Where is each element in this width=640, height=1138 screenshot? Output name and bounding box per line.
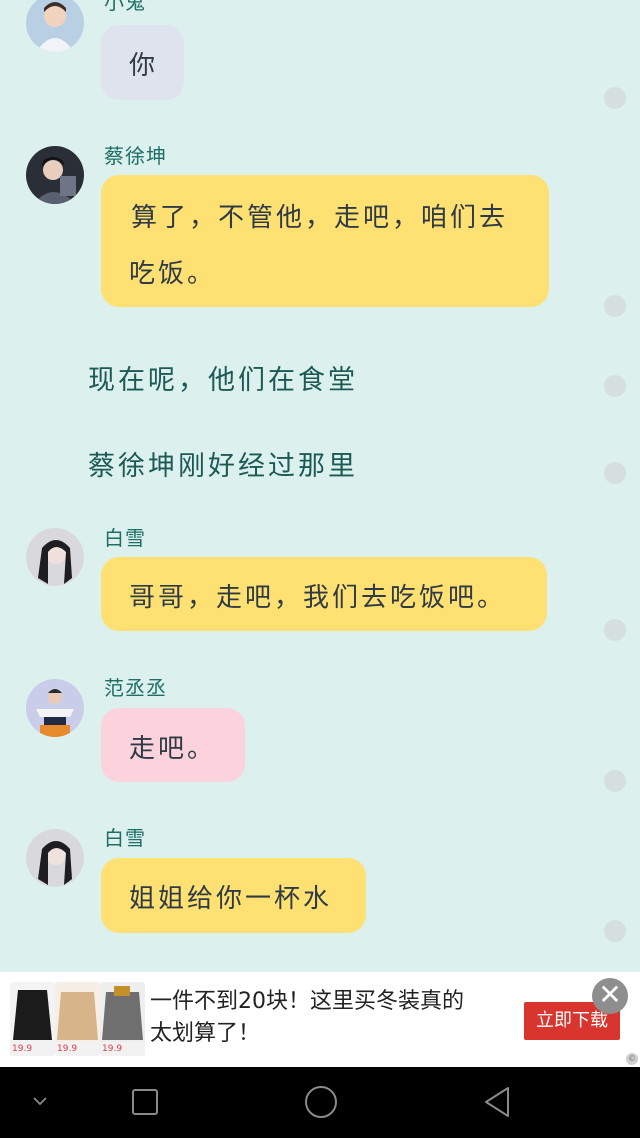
message-text-line: 算了，不管他，走吧，咱们去 <box>131 203 509 233</box>
avatar-baixue[interactable] <box>26 528 84 586</box>
message-status-dot <box>604 770 626 792</box>
message-text: 你 <box>129 51 159 81</box>
avatar-fanchengcheng[interactable] <box>26 679 84 737</box>
ad-mark-icon: © <box>626 1053 638 1065</box>
back-icon[interactable] <box>482 1085 512 1119</box>
ad-thumbnail[interactable]: 19.9 <box>10 982 55 1056</box>
message-status-dot <box>604 462 626 484</box>
chevron-down-icon[interactable] <box>32 1095 48 1107</box>
close-icon[interactable]: ✕ <box>592 978 628 1014</box>
avatar-caixukun[interactable] <box>26 146 84 204</box>
sender-name: 白雪 <box>104 526 146 550</box>
sender-name: 蔡徐坤 <box>104 144 167 168</box>
message-text: 走吧。 <box>129 734 217 764</box>
avatar-baixue[interactable] <box>26 829 84 887</box>
avatar-xiaogui[interactable] <box>26 0 84 52</box>
message-text: 哥哥，走吧，我们去吃饭吧。 <box>129 583 507 613</box>
narration-text: 现在呢，他们在食堂 <box>88 365 358 396</box>
message-status-dot <box>604 920 626 942</box>
ad-thumbnail[interactable]: 19.9 <box>55 982 100 1056</box>
message-bubble[interactable]: 走吧。 <box>101 708 245 782</box>
ad-thumbnail[interactable]: 19.9 <box>100 982 145 1056</box>
message-bubble[interactable]: 哥哥，走吧，我们去吃饭吧。 <box>101 557 547 631</box>
message-status-dot <box>604 87 626 109</box>
ad-text[interactable]: 一件不到20块！这里买冬装真的 太划算了！ <box>150 986 500 1050</box>
message-text-line: 吃饭。 <box>129 259 217 289</box>
message-bubble[interactable]: 算了，不管他，走吧，咱们去 吃饭。 <box>101 175 549 307</box>
message-status-dot <box>604 295 626 317</box>
ad-text-line: 太划算了！ <box>150 1021 261 1046</box>
message-text: 姐姐给你一杯水 <box>129 884 333 914</box>
system-nav-bar <box>0 1067 640 1138</box>
message-bubble[interactable]: 姐姐给你一杯水 <box>101 858 366 933</box>
message-status-dot <box>604 375 626 397</box>
sender-name: 范丞丞 <box>104 676 167 700</box>
ad-banner[interactable]: 19.9 19.9 19.9 一件不到20块！这里买冬装真的 太划算了！ 立即下… <box>0 972 640 1067</box>
home-icon[interactable] <box>304 1085 338 1119</box>
message-bubble[interactable]: 你 <box>101 25 184 100</box>
ad-text-line: 一件不到20块！这里买冬装真的 <box>150 989 464 1014</box>
recent-apps-icon[interactable] <box>131 1088 159 1116</box>
ad-price: 19.9 <box>55 1042 100 1056</box>
message-status-dot <box>604 619 626 641</box>
sender-name: 白雪 <box>104 826 146 850</box>
ad-price: 19.9 <box>10 1042 55 1056</box>
narration-text: 蔡徐坤刚好经过那里 <box>88 451 358 482</box>
ad-price: 19.9 <box>100 1042 145 1056</box>
sender-name: 小鬼 <box>104 0 146 14</box>
